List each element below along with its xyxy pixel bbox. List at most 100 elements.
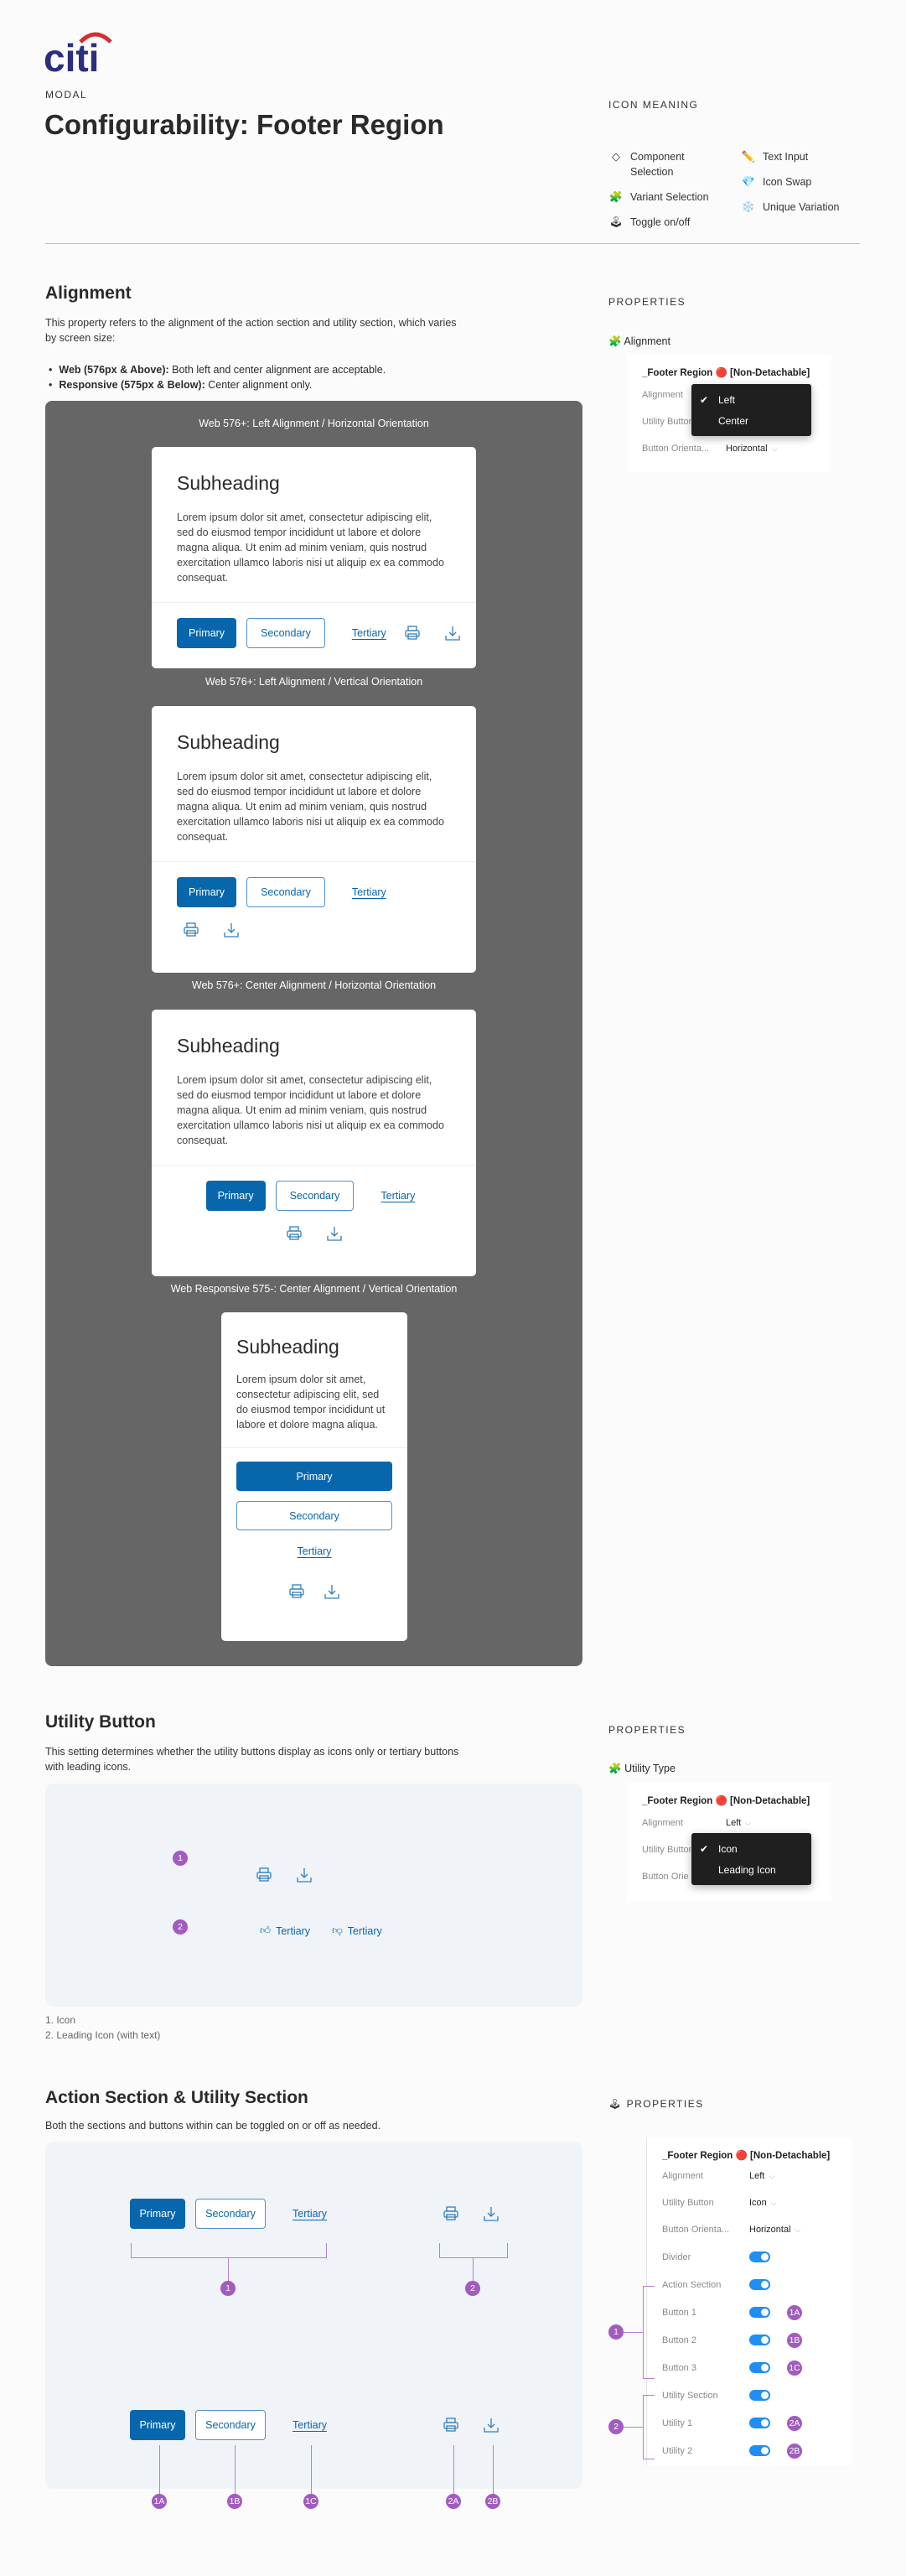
thumbs-up-button[interactable]: 👍︎ Tertiary bbox=[260, 1924, 310, 1937]
prop-select[interactable]: Button Orienta... Horizontal ⌵ bbox=[662, 2216, 836, 2243]
download-icon[interactable] bbox=[222, 921, 241, 939]
printer-icon[interactable] bbox=[442, 2416, 460, 2434]
tertiary-button[interactable]: Tertiary bbox=[374, 1190, 422, 1202]
printer-icon[interactable] bbox=[287, 1582, 306, 1601]
modal-subheading: Subheading bbox=[177, 1035, 280, 1057]
marker-2: 2 bbox=[465, 2281, 480, 2296]
prop-toggle-row: Utility Section bbox=[662, 2381, 836, 2409]
tertiary-button[interactable]: Tertiary bbox=[286, 2208, 334, 2220]
download-icon[interactable] bbox=[482, 2205, 500, 2223]
pencil-icon: ✏️ bbox=[741, 150, 756, 163]
download-icon[interactable] bbox=[325, 1224, 344, 1243]
toggle-switch[interactable] bbox=[749, 2390, 770, 2401]
toggle-switch[interactable] bbox=[749, 2307, 770, 2318]
chevron-down-icon: ⌵ bbox=[745, 1818, 752, 1827]
modal-subheading: Subheading bbox=[236, 1336, 339, 1358]
toggle-marker: 2A bbox=[787, 2415, 802, 2431]
dropdown-option-icon[interactable]: ✔ Icon bbox=[691, 1838, 811, 1859]
action-section-row-1: Primary Secondary Tertiary bbox=[130, 2199, 334, 2229]
legend-toggle: 🕹 Toggle on/off bbox=[608, 216, 691, 228]
dropdown-option-left[interactable]: ✔ Left bbox=[691, 389, 811, 410]
primary-button[interactable]: Primary bbox=[130, 2199, 185, 2229]
dropdown-option-leading-icon[interactable]: Leading Icon bbox=[691, 1859, 811, 1880]
alignment-examples-panel: Web 576+: Left Alignment / Horizontal Or… bbox=[45, 401, 582, 1666]
printer-icon[interactable] bbox=[182, 921, 200, 939]
legend-text-input: ✏️ Text Input bbox=[741, 150, 809, 163]
properties-title-toggles: 🕹 PROPERTIES bbox=[608, 2098, 704, 2110]
secondary-button[interactable]: Secondary bbox=[246, 877, 325, 907]
toggle-switch[interactable] bbox=[749, 2334, 770, 2345]
legend-variant-selection: 🧩 Variant Selection bbox=[608, 190, 709, 203]
marker-2a: 2A bbox=[446, 2494, 461, 2509]
alignment-dropdown-menu: ✔ Left Center bbox=[691, 384, 811, 436]
toggle-switch[interactable] bbox=[749, 2418, 770, 2428]
utility-section bbox=[403, 624, 462, 642]
prop-select[interactable]: Alignment Left ⌵ bbox=[662, 2163, 836, 2189]
utility-section bbox=[285, 1224, 344, 1243]
leading-icon-utility-buttons: 👍︎ Tertiary 👎︎ Tertiary bbox=[260, 1924, 382, 1937]
example-caption: Web 576+: Left Alignment / Horizontal Or… bbox=[199, 418, 429, 429]
secondary-button[interactable]: Secondary bbox=[195, 2410, 266, 2440]
utility-section bbox=[287, 1582, 341, 1601]
secondary-button[interactable]: Secondary bbox=[275, 1181, 355, 1211]
download-icon[interactable] bbox=[482, 2416, 500, 2434]
printer-icon[interactable] bbox=[442, 2205, 460, 2223]
utility-example-panel: 1 2 👍︎ Tertiary 👎︎ Tertiary bbox=[45, 1784, 582, 2007]
properties-title-utility: PROPERTIES bbox=[608, 1724, 686, 1736]
marker-2: 2 bbox=[173, 1919, 188, 1935]
toggle-switch[interactable] bbox=[749, 2251, 770, 2262]
icon-meaning-title: ICON MEANING bbox=[608, 99, 699, 111]
toggle-marker: 1A bbox=[787, 2304, 802, 2320]
prop-select[interactable]: Utility Button Icon ⌵ bbox=[662, 2189, 836, 2216]
primary-button[interactable]: Primary bbox=[130, 2410, 185, 2440]
action-section-row-2: Primary Secondary Tertiary bbox=[130, 2410, 334, 2440]
download-icon[interactable] bbox=[295, 1866, 313, 1884]
prop-toggle-row: Button 2 1B bbox=[662, 2326, 836, 2354]
variant-group-label-utility: 🧩 Utility Type bbox=[608, 1763, 676, 1774]
toggle-switch[interactable] bbox=[749, 2445, 770, 2456]
component-name: _Footer Region 🔴 [Non-Detachable] bbox=[642, 368, 810, 378]
puzzle-icon: 🧩 bbox=[608, 335, 622, 347]
prop-toggle-row: Divider bbox=[662, 2243, 836, 2271]
tertiary-button[interactable]: Tertiary bbox=[345, 886, 393, 898]
header-divider bbox=[45, 243, 860, 244]
prop-toggle-row: Button 3 1C bbox=[662, 2354, 836, 2381]
prop-toggle-row: Utility 2 2B bbox=[662, 2437, 836, 2464]
secondary-button[interactable]: Secondary bbox=[246, 618, 325, 648]
sections-description: Both the sections and buttons within can… bbox=[45, 2120, 381, 2132]
snowflake-icon: ❄️ bbox=[741, 200, 756, 213]
modal-footer: Primary Secondary Tertiary bbox=[152, 603, 476, 663]
download-icon[interactable] bbox=[443, 624, 462, 642]
primary-button[interactable]: Primary bbox=[205, 1181, 266, 1211]
thumbs-down-button[interactable]: 👎︎ Tertiary bbox=[332, 1924, 382, 1937]
chevron-down-icon: ⌵ bbox=[769, 2171, 775, 2180]
toggle-switch[interactable] bbox=[749, 2362, 770, 2373]
variant-group-label: 🧩 Alignment bbox=[608, 335, 670, 347]
dropdown-option-center[interactable]: Center bbox=[691, 410, 811, 431]
modal-subheading: Subheading bbox=[177, 731, 280, 753]
toggle-switch[interactable] bbox=[749, 2279, 770, 2290]
primary-button[interactable]: Primary bbox=[236, 1462, 392, 1491]
secondary-button[interactable]: Secondary bbox=[195, 2199, 266, 2229]
secondary-button[interactable]: Secondary bbox=[236, 1501, 392, 1530]
prop-toggle-row: Button 1 1A bbox=[662, 2298, 836, 2326]
tertiary-button[interactable]: Tertiary bbox=[291, 1545, 339, 1557]
legend-unique-variation: ❄️ Unique Variation bbox=[741, 200, 840, 213]
primary-button[interactable]: Primary bbox=[177, 877, 237, 907]
legend-component-selection: ◇ Component Selection bbox=[608, 149, 726, 179]
tertiary-button[interactable]: Tertiary bbox=[345, 627, 393, 639]
printer-icon[interactable] bbox=[403, 624, 422, 642]
printer-icon[interactable] bbox=[285, 1224, 303, 1243]
primary-button[interactable]: Primary bbox=[177, 618, 237, 648]
modal-footer: Primary Secondary Tertiary bbox=[152, 1166, 476, 1258]
example-caption: Web 576+: Left Alignment / Vertical Orie… bbox=[204, 676, 423, 688]
tertiary-button[interactable]: Tertiary bbox=[286, 2419, 334, 2431]
icon-utility-buttons bbox=[255, 1866, 313, 1884]
printer-icon[interactable] bbox=[255, 1866, 273, 1884]
bracket-marker-2: 2 bbox=[608, 2419, 624, 2434]
thumbs-up-icon: 👍︎ bbox=[260, 1924, 272, 1936]
page-title: Configurability: Footer Region bbox=[44, 109, 444, 140]
download-icon[interactable] bbox=[323, 1582, 341, 1601]
prop-button-orientation[interactable]: Button Orienta... Horizontal ⌵ bbox=[642, 435, 816, 462]
toggle-marker: 1B bbox=[787, 2332, 802, 2348]
